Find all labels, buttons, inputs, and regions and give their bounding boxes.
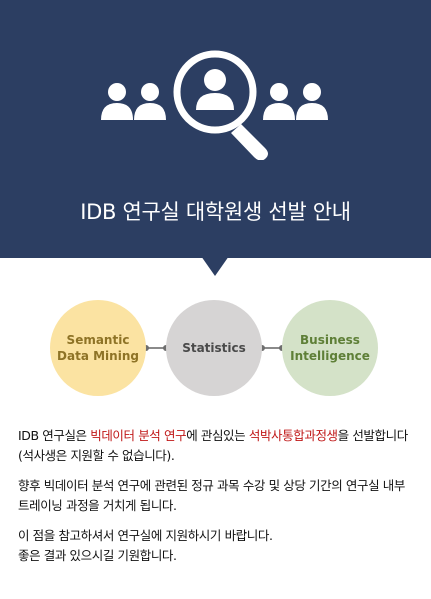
text-line: 좋은 결과 있으시길 기원합니다. <box>18 548 177 563</box>
page-title: IDB 연구실 대학원생 선발 안내 <box>80 200 351 224</box>
text-line: 이 점을 참고하셔서 연구실에 지원하시기 바랍니다. <box>18 528 273 543</box>
highlight-big-data: 빅데이터 분석 연구 <box>90 428 187 443</box>
research-areas: Semantic Data Mining Statistics Business… <box>0 300 431 396</box>
notice-paragraph-3: 이 점을 참고하셔서 연구실에 지원하시기 바랍니다. 좋은 결과 있으시길 기원… <box>18 526 418 566</box>
highlight-program: 석박사통합과정생 <box>248 428 338 443</box>
people-search-icon <box>101 50 328 160</box>
business-intelligence-circle: Business Intelligence <box>282 300 378 396</box>
notice-paragraph-2: 향후 빅데이터 분석 연구에 관련된 정규 과목 수강 및 상당 기간의 연구실… <box>18 478 405 513</box>
statistics-circle: Statistics <box>166 300 262 396</box>
text-segment: 에 관심있는 <box>186 428 249 443</box>
header-banner: IDB 연구실 대학원생 선발 안내 <box>0 0 431 258</box>
circle-label: Semantic <box>66 333 130 347</box>
circle-label: Data Mining <box>57 349 139 363</box>
semantic-data-mining-circle: Semantic Data Mining <box>50 300 146 396</box>
notice-paragraph-1: IDB 연구실은 빅데이터 분석 연구에 관심있는 석박사통합과정생을 선발합니… <box>18 426 418 466</box>
text-segment: IDB 연구실은 <box>18 428 91 443</box>
circle-label: Business <box>300 333 360 347</box>
circle-label: Intelligence <box>290 349 370 363</box>
circle-label: Statistics <box>182 341 246 355</box>
banner-pointer <box>201 256 229 276</box>
notice-body: IDB 연구실은 빅데이터 분석 연구에 관심있는 석박사통합과정생을 선발합니… <box>18 426 418 576</box>
